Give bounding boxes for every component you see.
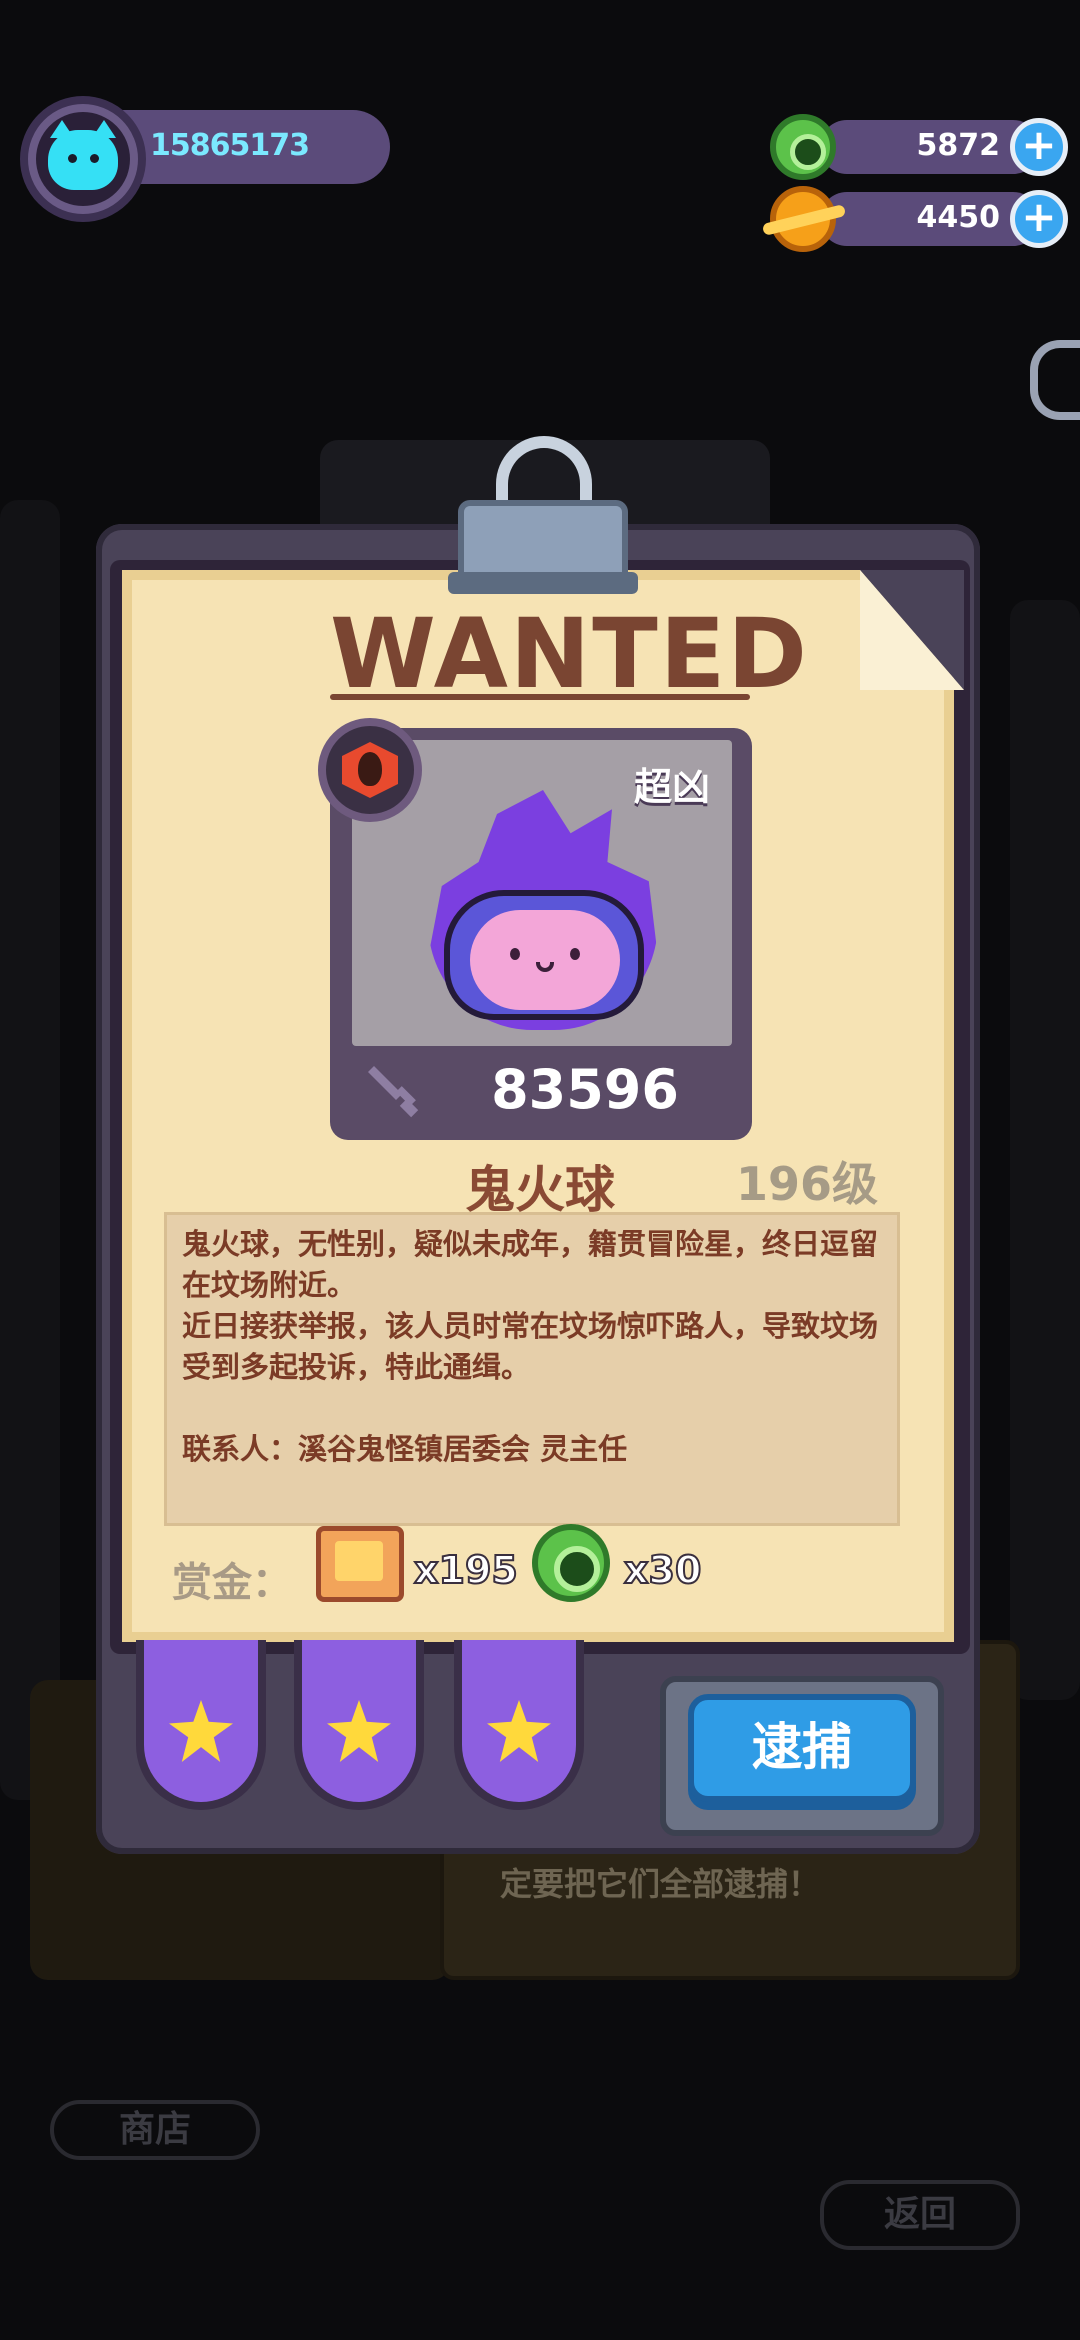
add-green-gem-button[interactable]: + — [1010, 118, 1068, 176]
title-underline — [330, 694, 750, 700]
star-icon — [169, 1700, 233, 1762]
cat-face-icon — [48, 120, 118, 190]
description-contact: 联系人：溪谷鬼怪镇居委会 灵主任 — [182, 1432, 628, 1466]
bg-wall-right — [1010, 600, 1080, 1700]
description-line: 近日接获举报，该人员时常在坟场惊吓路人，导致坟场受到多起投诉，特此通缉。 — [182, 1309, 879, 1384]
combat-power-value: 83596 — [491, 1058, 679, 1121]
planet-coin-count: 4450 — [916, 200, 1001, 235]
star-tab — [454, 1640, 584, 1810]
star-icon — [327, 1700, 391, 1762]
green-gem-count: 5872 — [916, 128, 1001, 163]
danger-label: 超凶 — [634, 765, 711, 809]
monster-eye — [570, 948, 580, 960]
arrest-button[interactable]: 逮捕 — [688, 1694, 916, 1802]
add-planet-coin-button[interactable]: + — [1010, 190, 1068, 248]
bg-note-text: 定要把它们全部逮捕！ — [500, 1865, 821, 1903]
reward-qty-chip: x195 — [413, 1547, 519, 1593]
player-id: 15865173 — [150, 128, 310, 163]
green-gem-icon — [532, 1524, 610, 1602]
reward-qty-gem: x30 — [623, 1547, 702, 1593]
monster-face — [470, 910, 620, 1010]
description-text: 鬼火球，无性别，疑似未成年，籍贯冒险星，终日逗留在坟场附近。 近日接获举报，该人… — [182, 1224, 886, 1470]
monster-level: 196级 — [736, 1157, 879, 1211]
flame-glyph — [358, 752, 382, 786]
avatar-eye — [90, 154, 99, 163]
star-tab — [136, 1640, 266, 1810]
binder-clip-base — [448, 572, 638, 594]
avatar-eye — [68, 154, 77, 163]
green-gem-icon — [770, 114, 836, 180]
bg-back-button: 返回 — [820, 2180, 1020, 2250]
monster-eye — [510, 948, 520, 960]
bg-wall-left — [0, 500, 60, 1800]
bg-shop-button: 商店 — [50, 2100, 260, 2160]
planet-coin-icon — [770, 186, 836, 252]
sword-icon — [368, 1066, 419, 1118]
reward-label: 赏金： — [172, 1560, 292, 1606]
food-chip-icon — [316, 1526, 404, 1602]
star-tab — [294, 1640, 424, 1810]
star-icon — [487, 1700, 551, 1762]
description-line: 鬼火球，无性别，疑似未成年，籍贯冒险星，终日逗留在坟场附近。 — [182, 1227, 879, 1302]
side-clip-icon[interactable] — [1030, 340, 1080, 420]
avatar[interactable] — [36, 112, 130, 206]
